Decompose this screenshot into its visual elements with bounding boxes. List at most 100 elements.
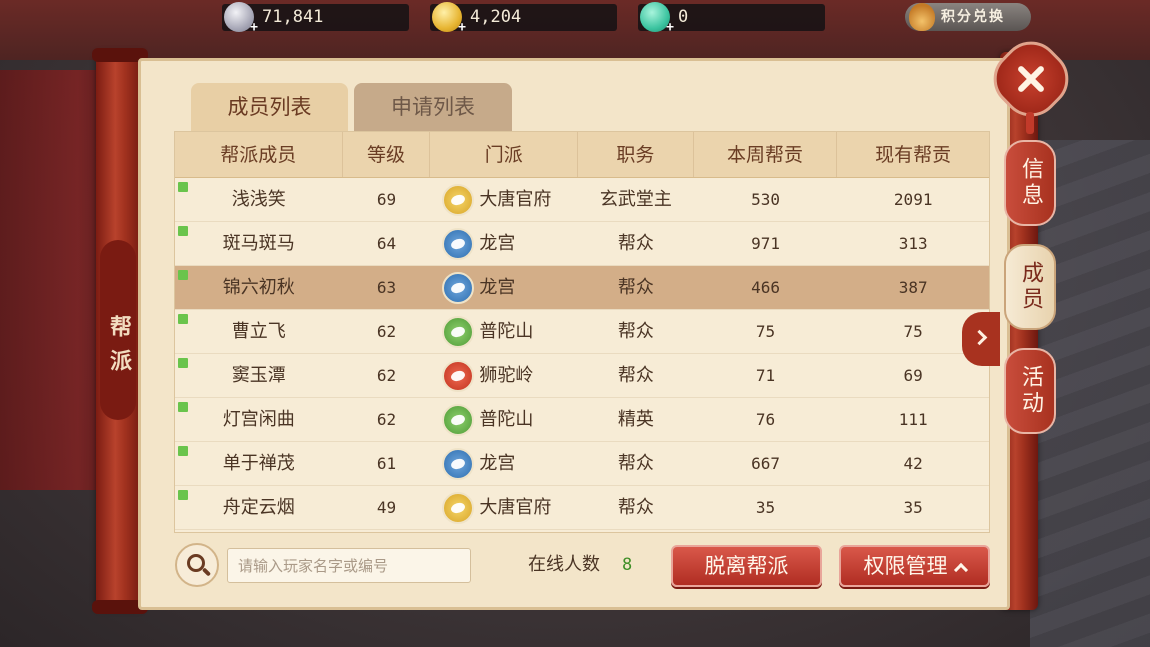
gold-coin-icon: + bbox=[432, 2, 466, 34]
member-role: 帮众 bbox=[617, 233, 654, 254]
table-row[interactable]: 曹立飞 62 普陀山 帮众 75 75 bbox=[175, 310, 989, 354]
table-header: 帮派成员 等级 门派 职务 本周帮贡 现有帮贡 bbox=[175, 132, 989, 178]
tassel-decoration bbox=[1026, 112, 1034, 134]
online-count-value: 8 bbox=[622, 555, 633, 575]
member-name: 窦玉潭 bbox=[231, 365, 286, 386]
member-current-contribution: 69 bbox=[903, 366, 923, 385]
member-weekly-contribution: 971 bbox=[751, 234, 780, 253]
member-name: 斑马斑马 bbox=[222, 233, 295, 254]
member-sect: 龙宫 bbox=[430, 266, 578, 309]
leave-guild-button[interactable]: 脱离帮派 bbox=[671, 545, 822, 587]
side-tab-info-label: 信息 bbox=[1018, 157, 1043, 209]
online-status-icon bbox=[178, 358, 188, 368]
chevron-right-icon bbox=[971, 329, 988, 346]
member-name: 浅浅笑 bbox=[231, 189, 286, 210]
member-role: 帮众 bbox=[617, 321, 654, 342]
member-sect-name: 普陀山 bbox=[479, 320, 534, 342]
guild-side-label: 帮派 bbox=[100, 240, 136, 420]
member-weekly-contribution: 35 bbox=[755, 498, 776, 517]
points-exchange-label: 积分兑换 bbox=[941, 9, 1005, 25]
header-role[interactable]: 职务 bbox=[578, 132, 694, 177]
tang-icon bbox=[442, 491, 475, 524]
silver-amount: 71,841 bbox=[262, 7, 324, 27]
lotus-icon bbox=[442, 403, 475, 436]
gold-currency[interactable]: + 4,204 bbox=[430, 2, 617, 34]
member-sect-name: 狮驼岭 bbox=[479, 364, 534, 386]
header-level[interactable]: 等级 bbox=[343, 132, 431, 177]
search-button[interactable] bbox=[175, 543, 219, 587]
jade-icon: + bbox=[640, 2, 674, 34]
header-weekly-contribution[interactable]: 本周帮贡 bbox=[694, 132, 838, 177]
member-name: 灯宫闲曲 bbox=[222, 409, 295, 430]
member-role: 玄武堂主 bbox=[599, 189, 672, 210]
member-name: 单于禅茂 bbox=[222, 453, 295, 474]
member-weekly-contribution: 667 bbox=[751, 454, 780, 473]
header-sect[interactable]: 门派 bbox=[430, 132, 579, 177]
header-member[interactable]: 帮派成员 bbox=[175, 132, 343, 177]
dragon-icon bbox=[442, 271, 475, 304]
silver-coin-icon: + bbox=[224, 2, 258, 34]
member-level: 64 bbox=[376, 234, 397, 253]
online-status-icon bbox=[178, 182, 188, 192]
table-body: 浅浅笑 69 大唐官府 玄武堂主 530 2091 斑马斑马 64 龙宫 帮众 971 313 锦六初秋… bbox=[175, 178, 989, 530]
member-sect-name: 大唐官府 bbox=[479, 496, 552, 518]
member-sect: 普陀山 bbox=[430, 310, 578, 353]
member-role: 帮众 bbox=[617, 277, 654, 298]
search-input[interactable] bbox=[227, 548, 471, 583]
member-sect-name: 龙宫 bbox=[479, 452, 516, 474]
member-name: 舟定云烟 bbox=[222, 497, 295, 518]
member-role: 帮众 bbox=[617, 453, 654, 474]
member-level: 63 bbox=[376, 278, 397, 297]
member-current-contribution: 111 bbox=[898, 410, 928, 429]
tang-icon bbox=[442, 183, 475, 216]
member-sect: 龙宫 bbox=[430, 442, 578, 485]
side-tab-activities[interactable]: 活动 bbox=[1004, 348, 1056, 434]
member-level: 69 bbox=[376, 190, 397, 209]
table-row[interactable]: 灯宫闲曲 62 普陀山 精英 76 111 bbox=[175, 398, 989, 442]
table-row[interactable]: 浅浅笑 69 大唐官府 玄武堂主 530 2091 bbox=[175, 178, 989, 222]
online-status-icon bbox=[178, 226, 188, 236]
jade-amount: 0 bbox=[678, 7, 689, 27]
dragon-icon bbox=[442, 227, 475, 260]
header-current-contribution[interactable]: 现有帮贡 bbox=[837, 132, 989, 177]
member-role: 帮众 bbox=[617, 365, 654, 386]
side-tab-info[interactable]: 信息 bbox=[1004, 140, 1056, 226]
member-role: 精英 bbox=[617, 409, 654, 430]
member-weekly-contribution: 466 bbox=[751, 278, 780, 297]
member-weekly-contribution: 76 bbox=[755, 410, 776, 429]
side-tab-members-label: 成员 bbox=[1018, 261, 1043, 313]
member-sect: 大唐官府 bbox=[430, 178, 578, 221]
table-row[interactable]: 锦六初秋 63 龙宫 帮众 466 387 bbox=[175, 266, 989, 310]
permission-management-button[interactable]: 权限管理 bbox=[839, 545, 990, 587]
table-row[interactable]: 窦玉潭 62 狮驼岭 帮众 71 69 bbox=[175, 354, 989, 398]
money-bag-icon bbox=[909, 3, 935, 31]
jade-currency[interactable]: + 0 bbox=[638, 2, 825, 34]
side-tab-members[interactable]: 成员 bbox=[1004, 244, 1056, 330]
plus-icon: + bbox=[458, 20, 466, 35]
table-row[interactable]: 舟定云烟 49 大唐官府 帮众 35 35 bbox=[175, 486, 989, 530]
lotus-icon bbox=[442, 315, 475, 348]
permission-management-label: 权限管理 bbox=[863, 554, 948, 578]
gold-amount: 4,204 bbox=[470, 7, 522, 27]
online-count-label: 在线人数 bbox=[528, 554, 600, 575]
member-sect-name: 龙宫 bbox=[479, 232, 516, 254]
tab-member-list[interactable]: 成员列表 bbox=[191, 83, 348, 131]
tab-application-list[interactable]: 申请列表 bbox=[354, 83, 512, 131]
member-weekly-contribution: 75 bbox=[755, 322, 776, 341]
member-sect-name: 普陀山 bbox=[479, 408, 534, 430]
table-row[interactable]: 单于禅茂 61 龙宫 帮众 667 42 bbox=[175, 442, 989, 486]
points-exchange-button[interactable]: 积分兑换 bbox=[905, 3, 1031, 31]
member-sect-name: 龙宫 bbox=[479, 276, 516, 298]
lion-icon bbox=[442, 359, 475, 392]
table-row[interactable]: 斑马斑马 64 龙宫 帮众 971 313 bbox=[175, 222, 989, 266]
silver-currency[interactable]: + 71,841 bbox=[222, 2, 409, 34]
member-level: 62 bbox=[376, 322, 397, 341]
online-status-icon bbox=[178, 402, 188, 412]
member-level: 49 bbox=[376, 498, 397, 517]
expand-arrow-button[interactable] bbox=[962, 312, 1000, 366]
online-status-icon bbox=[178, 314, 188, 324]
member-table: 帮派成员 等级 门派 职务 本周帮贡 现有帮贡 浅浅笑 69 大唐官府 玄武堂主 530… bbox=[174, 131, 990, 533]
member-name: 锦六初秋 bbox=[222, 277, 295, 298]
member-level: 61 bbox=[376, 454, 397, 473]
member-sect: 普陀山 bbox=[430, 398, 578, 441]
